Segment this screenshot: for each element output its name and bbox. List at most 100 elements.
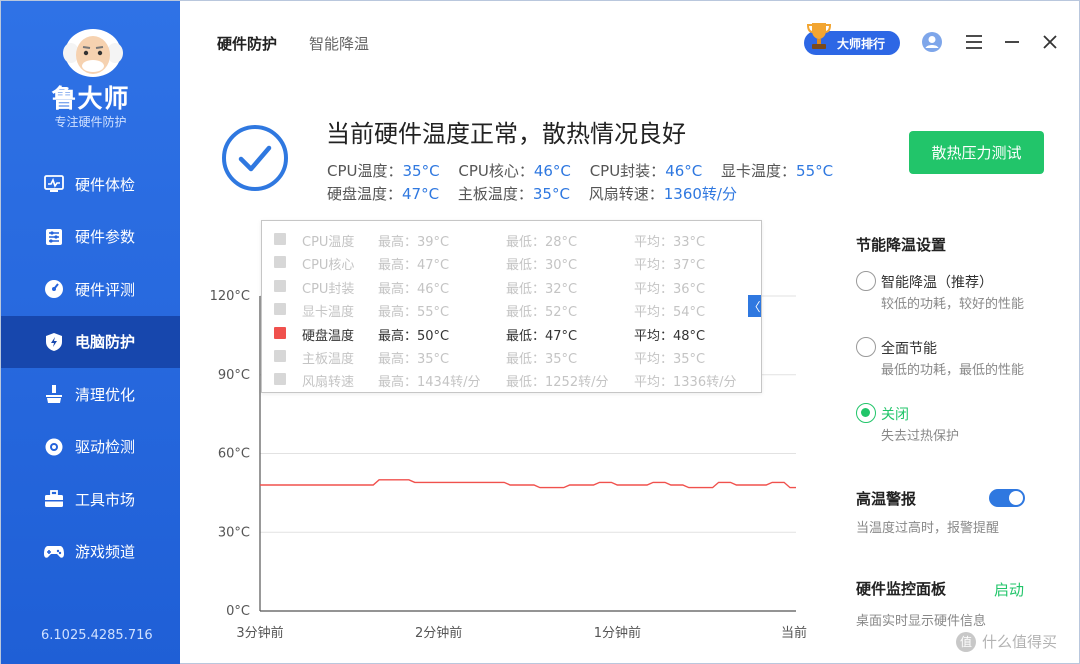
monitor-pulse-icon <box>43 173 65 195</box>
gauge-icon <box>43 278 65 300</box>
gear-icon <box>43 436 65 458</box>
full-saving-label[interactable]: 全面节能 <box>881 338 937 358</box>
legend-name: CPU温度 <box>302 235 355 250</box>
sidebar-nav: 硬件体检 硬件参数 硬件评测 电脑防护 清理优化 驱动检测 工具市场 游戏频道 <box>1 158 180 578</box>
close-icon[interactable] <box>1039 31 1061 53</box>
monitor-panel-start-link[interactable]: 启动 <box>994 579 1024 600</box>
brand-tagline: 专注硬件防护 <box>54 115 127 129</box>
monitor-panel-desc: 桌面实时显示硬件信息 <box>856 614 987 629</box>
gamepad-icon <box>43 541 65 563</box>
legend-row[interactable]: 显卡温度 最高：55°C 最低：52°C 平均：54°C <box>262 298 763 321</box>
smart-cooling-label[interactable]: 智能降温（推荐） <box>881 272 993 292</box>
temperature-line-1: CPU温度：35°C CPU核心：46°C CPU封装：46°C 显卡温度：55… <box>327 160 833 181</box>
gpu-temp-value: 55°C <box>796 162 834 180</box>
legend-min: 最低：47°C <box>506 328 578 344</box>
legend-row[interactable]: CPU封装 最高：46°C 最低：32°C 平均：36°C <box>262 275 763 298</box>
x-tick-label: 1分钟前 <box>594 625 641 641</box>
disk-temp-value: 47°C <box>402 185 440 203</box>
legend-name: 主板温度 <box>302 352 355 367</box>
watermark-text: 什么值得买 <box>982 633 1058 651</box>
x-tick-label: 3分钟前 <box>236 625 283 641</box>
legend-name: CPU核心 <box>302 258 355 274</box>
legend-checkbox[interactable] <box>274 233 286 245</box>
legend-row[interactable]: 硬盘温度 最高：50°C 最低：47°C 平均：48°C <box>262 322 763 345</box>
legend-checkbox[interactable] <box>274 303 286 316</box>
master-lu-logo-icon <box>63 29 123 77</box>
legend-min: 最低：1252转/分 <box>506 375 609 391</box>
legend-min: 最低：30°C <box>506 258 578 274</box>
legend-name: CPU封装 <box>302 281 355 297</box>
version-label: 6.1025.4285.716 <box>41 628 153 643</box>
sidebar-item-label: 工具市场 <box>75 490 136 509</box>
legend-row[interactable]: 风扇转速 最高：1434转/分 最低：1252转/分 平均：1336转/分 <box>262 368 763 391</box>
user-icon[interactable] <box>921 31 943 53</box>
tab-smart-cooling[interactable]: 智能降温 <box>309 33 369 54</box>
legend-max: 最高：47°C <box>378 258 450 274</box>
collapse-legend-button[interactable]: 〈 <box>748 295 761 317</box>
y-tick-label: 120°C <box>210 289 250 304</box>
smart-cooling-radio[interactable] <box>856 271 876 291</box>
toolbox-icon <box>43 488 65 510</box>
legend-avg: 平均：36°C <box>634 281 706 297</box>
legend-checkbox[interactable] <box>274 350 286 362</box>
x-tick-label: 当前 <box>781 625 807 641</box>
menu-icon[interactable] <box>963 31 985 53</box>
sidebar-item-hardware-check[interactable]: 硬件体检 <box>1 158 180 211</box>
sidebar-item-tool-market[interactable]: 工具市场 <box>1 473 180 526</box>
cooling-off-radio[interactable] <box>856 403 876 423</box>
sidebar-item-game-channel[interactable]: 游戏频道 <box>1 526 180 579</box>
monitor-panel-title: 硬件监控面板 <box>856 580 947 598</box>
sidebar-item-hardware-params[interactable]: 硬件参数 <box>1 211 180 264</box>
legend-checkbox[interactable] <box>274 256 286 269</box>
shield-icon <box>43 331 65 353</box>
legend-name: 风扇转速 <box>302 375 355 391</box>
legend-row[interactable]: 主板温度 最高：35°C 最低：35°C 平均：35°C <box>262 345 763 368</box>
legend-max: 最高：35°C <box>378 352 450 367</box>
full-saving-radio[interactable] <box>856 337 876 357</box>
legend-checkbox[interactable] <box>274 373 286 386</box>
sidebar-item-hardware-benchmark[interactable]: 硬件评测 <box>1 263 180 316</box>
y-tick-label: 0°C <box>226 604 250 619</box>
sidebar-item-label: 硬件参数 <box>75 228 136 247</box>
app-window: 鲁大师 专注硬件防护 硬件体检 硬件参数 硬件评测 电脑防护 清理优化 驱动检测… <box>0 0 1080 664</box>
rank-label: 大师排行 <box>837 36 886 51</box>
legend-avg: 平均：35°C <box>634 352 706 367</box>
y-tick-label: 60°C <box>218 447 250 462</box>
watermark-logo-icon: 值 <box>956 631 976 652</box>
minimize-icon[interactable] <box>1001 31 1023 53</box>
legend-max: 最高：50°C <box>378 328 450 344</box>
legend-checkbox[interactable] <box>274 326 286 339</box>
fan-speed-label: 风扇转速： <box>588 185 664 203</box>
board-temp-label: 主板温度： <box>457 185 533 203</box>
legend-avg: 平均：48°C <box>634 328 706 344</box>
cpu-core-label: CPU核心： <box>458 162 534 180</box>
cooling-off-label[interactable]: 关闭 <box>881 404 909 424</box>
cpu-temp-value: 35°C <box>402 162 440 180</box>
cpu-package-value: 46°C <box>665 162 703 180</box>
legend-min: 最低：52°C <box>506 305 578 321</box>
y-tick-label: 90°C <box>218 368 250 383</box>
sliders-icon <box>43 226 65 248</box>
disk-temp-label: 硬盘温度： <box>327 185 403 203</box>
sidebar-item-pc-protection[interactable]: 电脑防护 <box>1 315 180 368</box>
sidebar-item-label: 清理优化 <box>75 385 136 404</box>
sensor-legend-panel: CPU温度 最高：39°C 最低：28°C 平均：33°C CPU核心 最高：47°C 最低… <box>261 220 762 393</box>
legend-row[interactable]: CPU温度 最高：39°C 最低：28°C 平均：33°C <box>262 228 763 251</box>
stress-test-button[interactable]: 散热压力测试 <box>909 131 1044 174</box>
tab-hardware-protection[interactable]: 硬件防护 <box>217 33 277 54</box>
sidebar-item-driver-check[interactable]: 驱动检测 <box>1 421 180 474</box>
y-tick-label: 30°C <box>218 525 250 540</box>
cooling-off-desc: 失去过热保护 <box>881 429 960 444</box>
legend-max: 最高：55°C <box>378 305 450 321</box>
legend-checkbox[interactable] <box>274 279 286 292</box>
sidebar-item-label: 硬件体检 <box>75 175 136 194</box>
legend-avg: 平均：37°C <box>634 258 706 274</box>
legend-avg: 平均：1336转/分 <box>634 375 737 391</box>
smart-cooling-desc: 较低的功耗，较好的性能 <box>881 297 1025 312</box>
high-temp-alarm-toggle[interactable] <box>989 489 1025 507</box>
legend-row[interactable]: CPU核心 最高：47°C 最低：30°C 平均：37°C <box>262 251 763 274</box>
legend-min: 最低：32°C <box>506 281 578 297</box>
full-saving-desc: 最低的功耗，最低的性能 <box>881 363 1025 378</box>
sidebar-item-cleanup[interactable]: 清理优化 <box>1 368 180 421</box>
sidebar-item-label: 电脑防护 <box>75 333 136 352</box>
